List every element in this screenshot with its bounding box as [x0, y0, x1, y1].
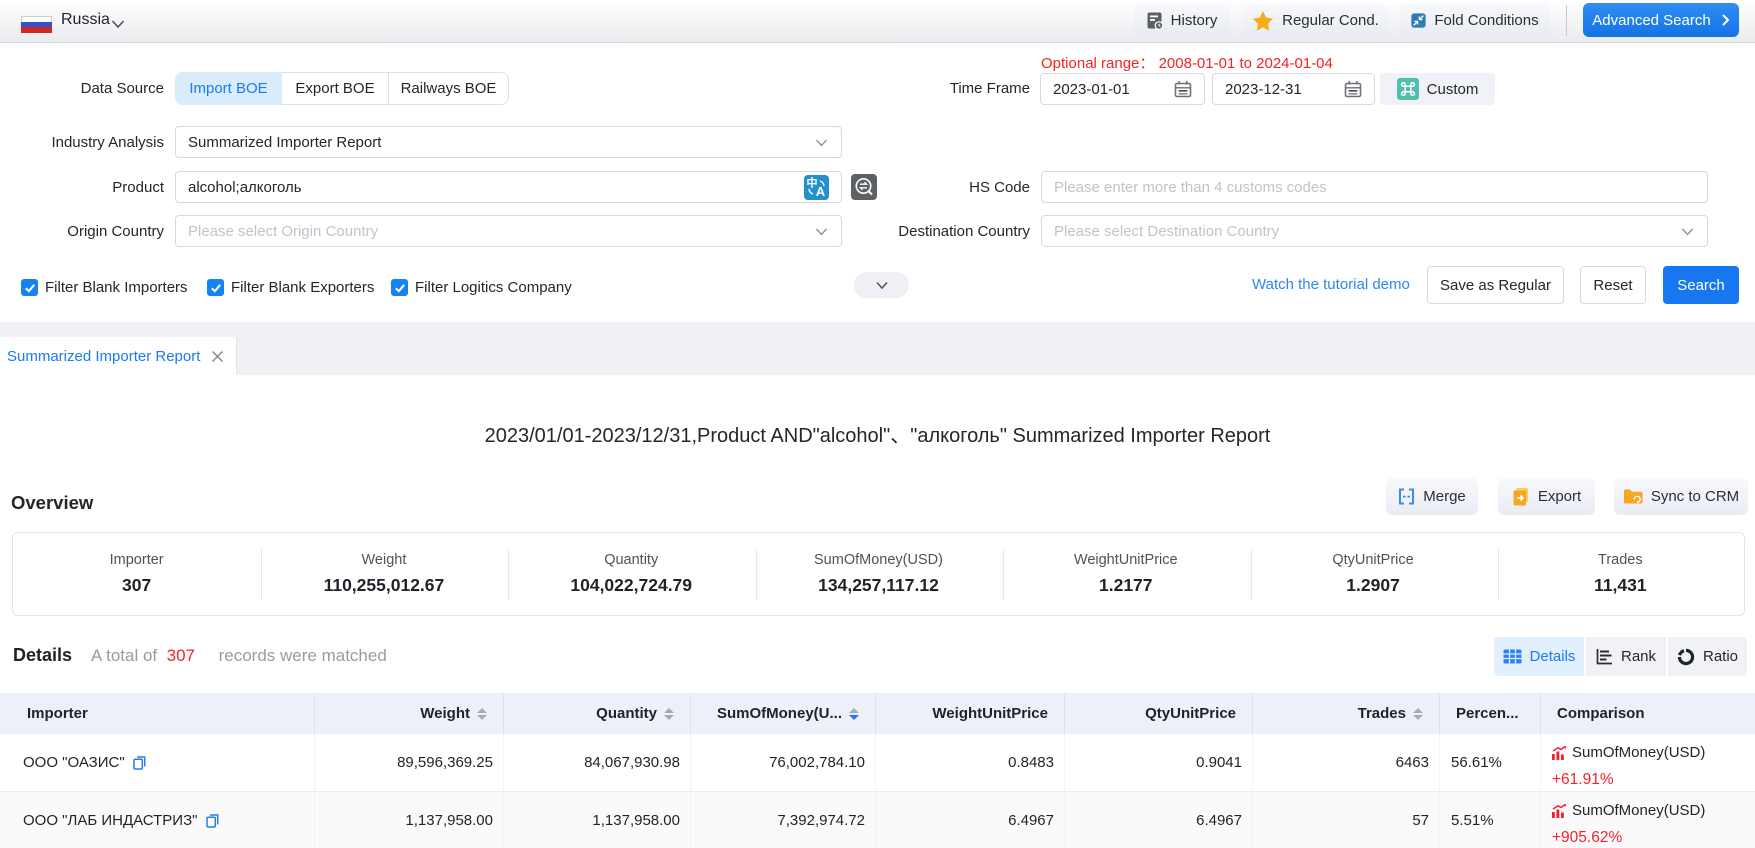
svg-text:A: A: [816, 184, 826, 199]
